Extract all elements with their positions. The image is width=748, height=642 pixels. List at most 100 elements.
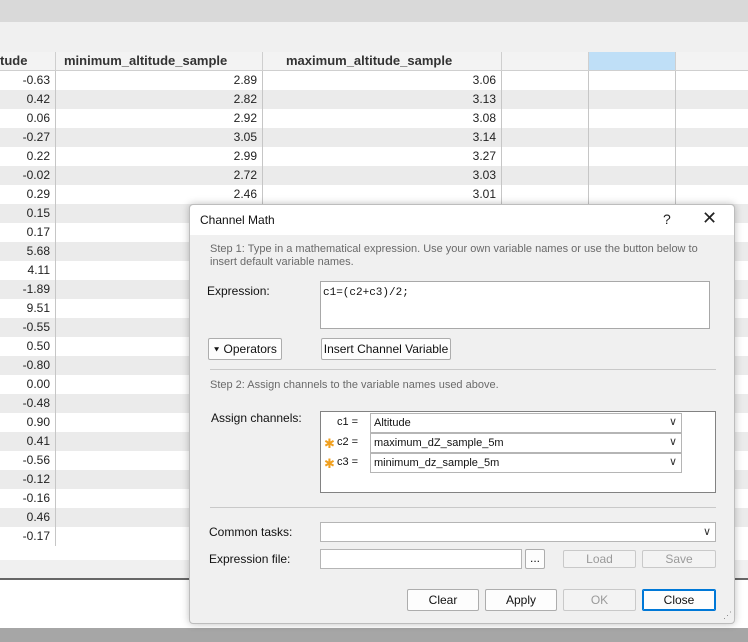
table-row: 0.06 2.92 3.08 <box>0 109 748 128</box>
table-cell[interactable]: -0.48 <box>0 394 56 413</box>
operators-button[interactable]: ⯆ Operators <box>208 338 282 360</box>
table-cell[interactable]: -0.12 <box>0 470 56 489</box>
table-cell[interactable]: 3.06 <box>263 71 502 90</box>
selected-channel: minimum_dz_sample_5m <box>374 457 500 469</box>
table-cell[interactable]: 2.89 <box>56 71 263 90</box>
table-cell[interactable]: 2.46 <box>56 185 263 204</box>
table-cell[interactable]: -0.16 <box>0 489 56 508</box>
grid-line <box>675 71 676 204</box>
table-cell[interactable]: 0.22 <box>0 147 56 166</box>
column-header-selected[interactable] <box>589 52 676 70</box>
chevron-down-icon: ∨ <box>668 456 677 468</box>
table-cell[interactable]: 0.90 <box>0 413 56 432</box>
column-header-minimum-altitude[interactable]: minimum_altitude_sample <box>56 52 263 70</box>
expression-file-input[interactable] <box>320 549 522 569</box>
table-cell[interactable]: 0.06 <box>0 109 56 128</box>
table-cell[interactable]: 3.01 <box>263 185 502 204</box>
table-cell[interactable]: 5.68 <box>0 242 56 261</box>
operators-button-label: Operators <box>223 342 277 356</box>
table-row: 0.22 2.99 3.27 <box>0 147 748 166</box>
table-cell[interactable]: 3.13 <box>263 90 502 109</box>
ok-button[interactable]: OK <box>563 589 636 611</box>
table-cell[interactable]: 3.05 <box>56 128 263 147</box>
save-button[interactable]: Save <box>642 550 716 568</box>
variable-name: c1 = <box>337 416 359 428</box>
table-cell[interactable]: -0.27 <box>0 128 56 147</box>
table-cell[interactable]: 0.46 <box>0 508 56 527</box>
variable-name: c3 = <box>337 456 359 468</box>
title-bar <box>0 0 748 22</box>
expression-file-label: Expression file: <box>209 552 291 566</box>
dialog-title-bar: Channel Math ? ✕ <box>190 205 734 235</box>
channel-select-c3[interactable]: minimum_dz_sample_5m ∨ <box>370 453 682 473</box>
table-row: -0.02 2.72 3.03 <box>0 166 748 185</box>
table-cell[interactable]: 9.51 <box>0 299 56 318</box>
grid-line <box>501 71 502 204</box>
table-cell[interactable]: 3.08 <box>263 109 502 128</box>
table-cell[interactable]: 3.03 <box>263 166 502 185</box>
table-cell[interactable]: -0.17 <box>0 527 56 546</box>
table-cell[interactable]: 2.92 <box>56 109 263 128</box>
channel-math-dialog: Channel Math ? ✕ Step 1: Type in a mathe… <box>189 204 735 624</box>
table-cell[interactable]: 0.00 <box>0 375 56 394</box>
chevron-double-down-icon: ⯆ <box>213 345 221 355</box>
column-header-maximum-altitude[interactable]: maximum_altitude_sample <box>263 52 502 70</box>
assignment-row: ✱ c3 = minimum_dz_sample_5m ∨ <box>321 453 717 473</box>
grid-line <box>55 71 56 546</box>
grid-line <box>262 71 263 204</box>
table-cell[interactable]: 0.42 <box>0 90 56 109</box>
table-cell[interactable]: 0.29 <box>0 185 56 204</box>
table-cell[interactable]: 4.11 <box>0 261 56 280</box>
apply-button[interactable]: Apply <box>485 589 557 611</box>
divider <box>210 507 716 508</box>
table-cell[interactable]: -0.55 <box>0 318 56 337</box>
expression-input[interactable]: c1=(c2+c3)/2; <box>320 281 710 329</box>
table-cell[interactable]: 2.99 <box>56 147 263 166</box>
step2-text: Step 2: Assign channels to the variable … <box>210 379 499 391</box>
assignment-row: c1 = Altitude ∨ <box>321 413 717 433</box>
selected-channel: maximum_dZ_sample_5m <box>374 437 504 449</box>
help-icon[interactable]: ? <box>663 211 671 227</box>
close-icon[interactable]: ✕ <box>702 208 717 229</box>
load-button[interactable]: Load <box>563 550 636 568</box>
column-header-altitude[interactable]: tude <box>0 52 56 70</box>
assign-channels-list: c1 = Altitude ∨ ✱ c2 = maximum_dZ_sample… <box>320 411 716 493</box>
resize-grip-icon[interactable]: ⋰ <box>723 610 732 621</box>
table-cell[interactable]: -0.80 <box>0 356 56 375</box>
clear-button[interactable]: Clear <box>407 589 479 611</box>
step1-text-line2: insert default variable names. <box>210 256 354 268</box>
channel-select-c1[interactable]: Altitude ∨ <box>370 413 682 433</box>
grid-line <box>588 71 589 204</box>
asterisk-icon: ✱ <box>324 436 335 451</box>
channel-select-c2[interactable]: maximum_dZ_sample_5m ∨ <box>370 433 682 453</box>
table-cell[interactable]: 3.14 <box>263 128 502 147</box>
table-cell[interactable]: -0.02 <box>0 166 56 185</box>
table-row: -0.63 2.89 3.06 <box>0 71 748 90</box>
common-tasks-select[interactable]: ∨ <box>320 522 716 542</box>
column-header-empty[interactable] <box>502 52 589 70</box>
table-cell[interactable]: 2.72 <box>56 166 263 185</box>
dialog-title: Channel Math <box>200 213 275 227</box>
grid-header: tude minimum_altitude_sample maximum_alt… <box>0 52 748 71</box>
status-bar <box>0 628 748 642</box>
table-cell[interactable]: 3.27 <box>263 147 502 166</box>
asterisk-icon: ✱ <box>324 456 335 471</box>
table-row: 0.29 2.46 3.01 <box>0 185 748 204</box>
table-cell[interactable]: 0.17 <box>0 223 56 242</box>
step1-text-line1: Step 1: Type in a mathematical expressio… <box>210 243 698 255</box>
selected-channel: Altitude <box>374 417 411 429</box>
table-cell[interactable]: 2.82 <box>56 90 263 109</box>
table-cell[interactable]: 0.15 <box>0 204 56 223</box>
browse-button[interactable]: ... <box>525 549 545 569</box>
insert-channel-variable-button[interactable]: Insert Channel Variable <box>321 338 451 360</box>
table-cell[interactable]: 0.41 <box>0 432 56 451</box>
close-button[interactable]: Close <box>642 589 716 611</box>
variable-name: c2 = <box>337 436 359 448</box>
chevron-down-icon: ∨ <box>702 526 711 538</box>
assign-channels-label: Assign channels: <box>211 411 302 425</box>
table-cell[interactable]: 0.50 <box>0 337 56 356</box>
chevron-down-icon: ∨ <box>668 416 677 428</box>
table-cell[interactable]: -1.89 <box>0 280 56 299</box>
table-cell[interactable]: -0.63 <box>0 71 56 90</box>
table-cell[interactable]: -0.56 <box>0 451 56 470</box>
